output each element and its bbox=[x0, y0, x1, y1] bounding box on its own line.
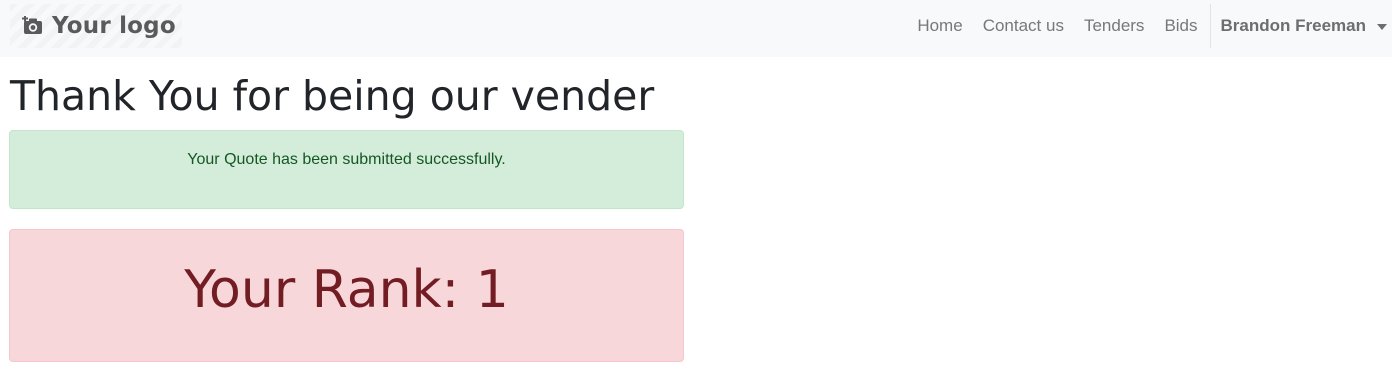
user-menu-dropdown[interactable]: Brandon Freeman bbox=[1211, 16, 1392, 36]
brand-logo-link[interactable]: Your logo bbox=[10, 4, 182, 48]
nav-link-home[interactable]: Home bbox=[907, 16, 972, 36]
success-alert: Your Quote has been submitted successful… bbox=[9, 130, 684, 209]
nav-link-contact-us[interactable]: Contact us bbox=[973, 16, 1074, 36]
top-navbar: Your logo Home Contact us Tenders Bids B… bbox=[0, 0, 1392, 57]
user-name: Brandon Freeman bbox=[1220, 16, 1366, 35]
nav-link-bids[interactable]: Bids bbox=[1154, 16, 1207, 36]
nav-links: Home Contact us Tenders Bids Brandon Fre… bbox=[907, 0, 1392, 52]
rank-alert: Your Rank: 1 bbox=[9, 229, 684, 362]
brand-label: Your logo bbox=[52, 13, 176, 39]
chevron-down-icon bbox=[1377, 24, 1387, 30]
success-alert-message: Your Quote has been submitted successful… bbox=[187, 151, 506, 168]
rank-text: Your Rank: 1 bbox=[184, 260, 509, 320]
nav-link-tenders[interactable]: Tenders bbox=[1074, 16, 1154, 36]
page-title: Thank You for being our vender bbox=[10, 72, 655, 120]
camera-add-icon bbox=[20, 14, 46, 38]
